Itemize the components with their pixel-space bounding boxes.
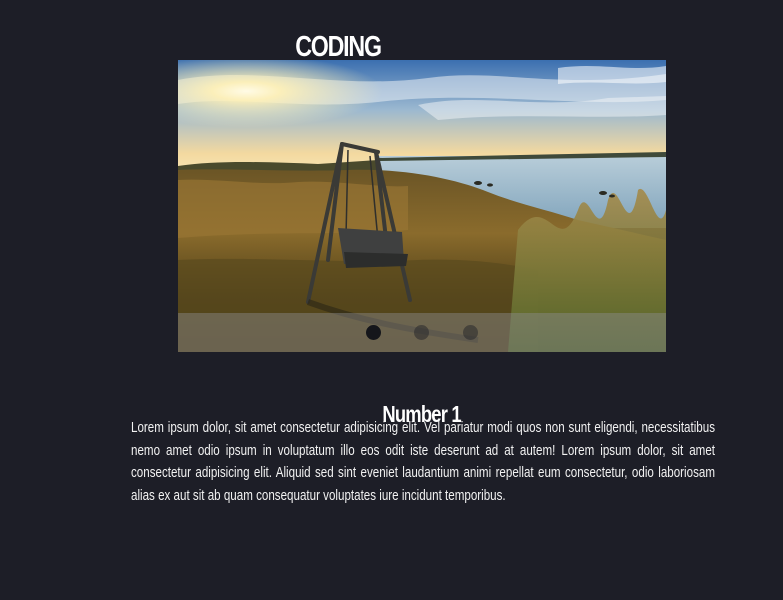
image-slider[interactable] [178,60,666,352]
slide-image [178,60,666,352]
slider-dot-1[interactable] [366,325,381,340]
slider-dots-bar [178,313,666,352]
slide-description: Lorem ipsum dolor, sit amet consectetur … [131,420,715,504]
slider-dot-2[interactable] [414,325,429,340]
slider-dot-3[interactable] [463,325,478,340]
